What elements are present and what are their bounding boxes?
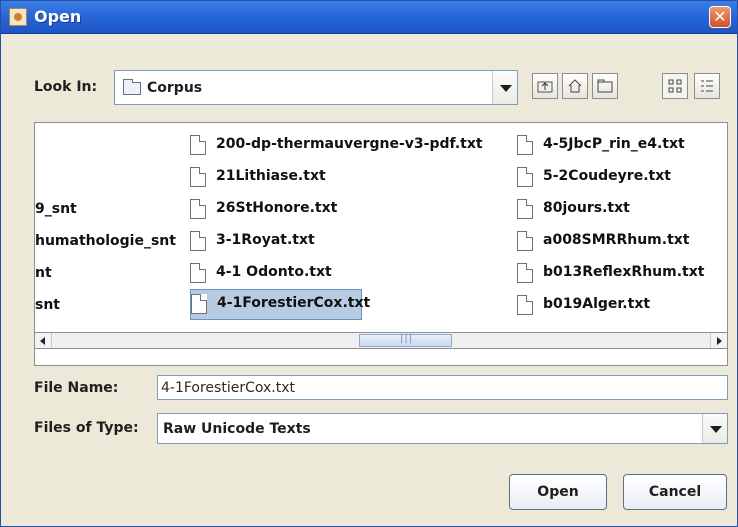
file-name-value: 4-1ForestierCox.txt [161,380,295,396]
file-icon [190,231,206,251]
cancel-button-label: Cancel [648,484,702,500]
up-folder-icon [537,81,553,93]
file-open-dialog: Open ✕ Look In: Corpus 9_snt humathologi… [0,0,738,527]
list-item[interactable]: humathologie_snt [35,228,180,256]
file-icon [517,199,533,219]
file-name: snt [35,297,60,313]
app-icon [9,8,27,26]
scroll-right-icon[interactable] [710,333,727,348]
scroll-left-icon[interactable] [35,333,52,348]
file-name: 21Lithiase.txt [216,168,326,184]
list-item[interactable]: 80jours.txt [517,195,722,223]
list-item[interactable]: 5-2Coudeyre.txt [517,163,722,191]
file-name: 4-1ForestierCox.txt [217,295,371,311]
list-item[interactable]: a008SMRRhum.txt [517,227,722,255]
file-name: humathologie_snt [35,233,176,249]
list-view-icon [668,79,682,93]
list-item[interactable]: 26StHonore.txt [190,195,510,223]
file-name: 9_snt [35,201,77,217]
file-icon [191,294,207,314]
list-item[interactable]: b013ReflexRhum.txt [517,259,722,287]
file-name: 200-dp-thermauvergne-v3-pdf.txt [216,136,483,152]
details-view-button[interactable] [694,73,720,99]
chevron-down-icon[interactable] [492,71,517,104]
file-icon [190,199,206,219]
look-in-value: Corpus [147,80,203,96]
look-in-dropdown[interactable]: Corpus [114,70,518,105]
list-item[interactable]: b019Alger.txt [517,291,722,319]
title-bar[interactable]: Open ✕ [1,1,737,34]
folder-icon [123,79,141,95]
list-item[interactable]: 200-dp-thermauvergne-v3-pdf.txt [190,131,510,159]
file-name: a008SMRRhum.txt [543,232,690,248]
file-icon [190,167,206,187]
list-item[interactable]: snt [35,292,180,320]
horizontal-scrollbar[interactable] [34,332,728,349]
files-of-type-value: Raw Unicode Texts [163,421,311,437]
details-view-icon [701,80,713,92]
file-name-label: File Name: [34,380,119,396]
files-of-type-label: Files of Type: [34,420,139,436]
file-icon [517,231,533,251]
file-icon [517,135,533,155]
file-name: 80jours.txt [543,200,630,216]
chevron-down-icon[interactable] [702,414,727,443]
file-name: 3-1Royat.txt [216,232,315,248]
scroll-thumb[interactable] [359,333,452,347]
file-name: 4-1 Odonto.txt [216,264,332,280]
open-button[interactable]: Open [509,474,607,510]
list-item[interactable]: 9_snt [35,196,180,224]
file-name: nt [35,265,52,281]
up-folder-button[interactable] [532,73,558,99]
list-item[interactable]: 21Lithiase.txt [190,163,510,191]
list-view-button[interactable] [662,73,688,99]
new-folder-icon [597,79,613,93]
list-item[interactable]: 4-1 Odonto.txt [190,259,510,287]
file-name: 5-2Coudeyre.txt [543,168,671,184]
window-title: Open [34,7,82,26]
close-icon: ✕ [713,7,727,26]
close-button[interactable]: ✕ [709,6,731,28]
new-folder-button[interactable] [592,73,618,99]
file-name: 26StHonore.txt [216,200,338,216]
files-of-type-dropdown[interactable]: Raw Unicode Texts [157,413,728,444]
home-button[interactable] [562,73,588,99]
file-name-field[interactable]: 4-1ForestierCox.txt [157,375,728,400]
file-icon [190,263,206,283]
file-name: b019Alger.txt [543,296,651,312]
file-name: 4-5JbcP_rin_e4.txt [543,136,685,152]
list-item[interactable]: nt [35,260,180,288]
list-item-selected[interactable]: 4-1ForestierCox.txt [190,289,370,320]
look-in-label: Look In: [34,79,98,95]
file-icon [517,295,533,315]
file-icon [517,263,533,283]
list-item[interactable]: 4-5JbcP_rin_e4.txt [517,131,722,159]
cancel-button[interactable]: Cancel [623,474,727,510]
file-name: b013ReflexRhum.txt [543,264,705,280]
file-list[interactable]: 9_snt humathologie_snt nt snt 200-dp-the… [34,122,728,366]
open-button-label: Open [537,484,579,500]
file-icon [190,135,206,155]
file-icon [517,167,533,187]
list-item[interactable]: 3-1Royat.txt [190,227,510,255]
home-icon [568,79,582,93]
